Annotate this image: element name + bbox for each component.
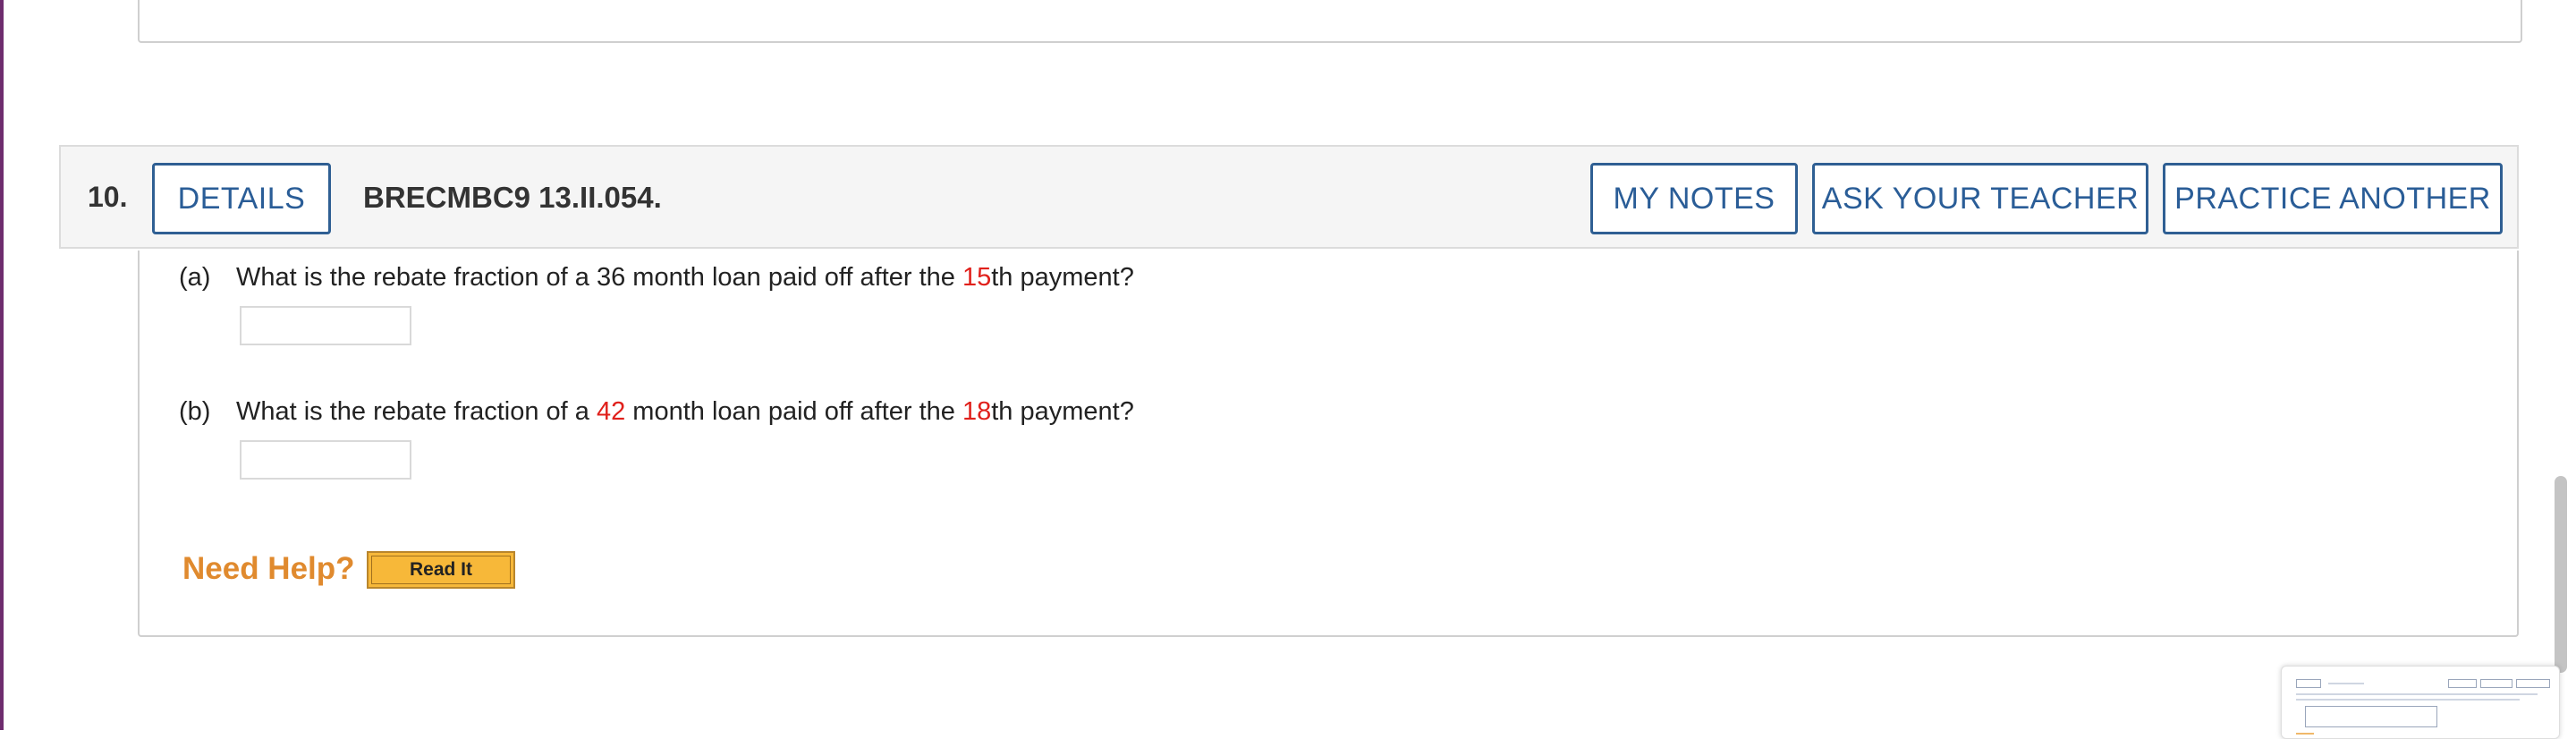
need-help-label: Need Help? [182, 551, 355, 586]
read-it-label: Read It [371, 556, 511, 584]
part-b-loan-months: 42 [596, 397, 626, 426]
part-b-text-2: month loan paid off after the [625, 397, 962, 426]
part-b-answer-input[interactable] [240, 440, 411, 480]
part-b-letter: (b) [179, 397, 211, 426]
part-a-text-1: What is the rebate fraction of a [236, 263, 597, 292]
part-a-text-2: month loan paid off after the [625, 263, 962, 292]
thumbnail-table [2305, 706, 2437, 727]
vertical-scrollbar-thumb[interactable] [2555, 476, 2567, 673]
question-number: 10. [88, 181, 128, 213]
thumbnail-button-box [2516, 679, 2550, 688]
practice-another-button[interactable]: PRACTICE ANOTHER [2163, 163, 2503, 234]
question-header: 10. DETAILS BRECMBC9 13.II.054. MY NOTES… [59, 145, 2519, 249]
part-b-text-3: th payment? [991, 397, 1134, 426]
part-a-loan-months: 36 [596, 263, 626, 292]
thumbnail-line [2328, 683, 2364, 684]
part-b-payment-number: 18 [962, 397, 992, 426]
ask-your-teacher-button[interactable]: ASK YOUR TEACHER [1812, 163, 2148, 234]
part-a-prompt: (a) What is the rebate fraction of a 36 m… [179, 263, 1134, 293]
question-body: (a) What is the rebate fraction of a 36 m… [138, 251, 2519, 637]
my-notes-button[interactable]: MY NOTES [1590, 163, 1798, 234]
part-a-letter: (a) [179, 263, 211, 292]
previous-question-card [138, 0, 2522, 43]
part-b-text-1: What is the rebate fraction of a [236, 397, 597, 426]
thumbnail-line [2296, 733, 2314, 735]
part-b-prompt: (b) What is the rebate fraction of a 42 m… [179, 397, 1134, 427]
thumbnail-line [2296, 699, 2520, 701]
thumbnail-details-box [2296, 679, 2321, 688]
thumbnail-button-box [2448, 679, 2477, 688]
details-button[interactable]: DETAILS [152, 163, 331, 234]
part-a-text-3: th payment? [991, 263, 1134, 292]
window-left-edge [0, 0, 4, 730]
read-it-button[interactable]: Read It [367, 551, 515, 589]
question-code: BRECMBC9 13.II.054. [363, 181, 662, 214]
page-thumbnail-preview[interactable] [2281, 666, 2560, 739]
part-a-payment-number: 15 [962, 263, 992, 292]
thumbnail-line [2296, 693, 2538, 695]
part-a-answer-input[interactable] [240, 306, 411, 345]
thumbnail-button-box [2480, 679, 2512, 688]
